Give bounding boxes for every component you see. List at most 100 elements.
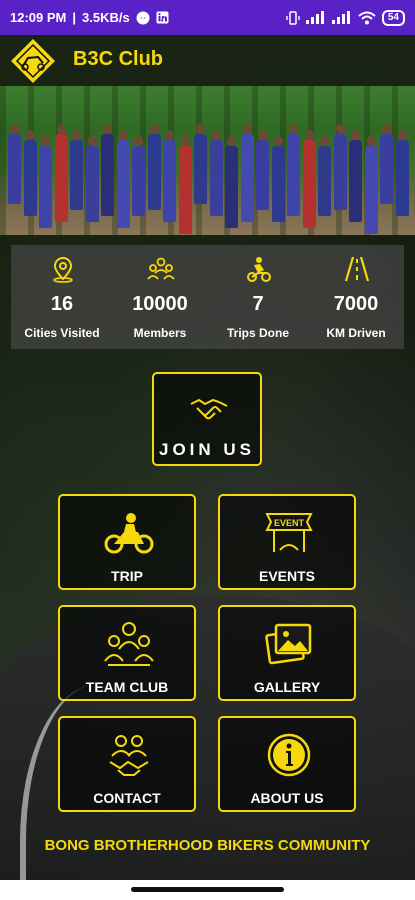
banner-person-head bbox=[258, 130, 267, 140]
banner-person-head bbox=[134, 136, 143, 146]
banner-person bbox=[333, 134, 347, 210]
team-club-button[interactable]: TEAM CLUB bbox=[58, 605, 196, 701]
trip-button[interactable]: TRIP bbox=[58, 494, 196, 590]
signal-icon bbox=[331, 11, 352, 24]
banner-person bbox=[178, 146, 192, 234]
info-icon bbox=[264, 732, 314, 778]
battery-icon: 54 bbox=[381, 9, 405, 26]
banner-person-head bbox=[41, 136, 50, 146]
stats-panel: 16 Cities Visited 10000 Members 7 Trips … bbox=[11, 245, 404, 349]
banner-person bbox=[240, 134, 254, 222]
banner-person bbox=[194, 134, 207, 204]
contact-label: CONTACT bbox=[93, 790, 161, 806]
group-icon bbox=[147, 255, 175, 283]
stat-value: 7000 bbox=[333, 293, 379, 315]
team-icon bbox=[104, 621, 154, 667]
banner-person-head bbox=[304, 130, 314, 140]
stat-members: 10000 Members bbox=[111, 245, 209, 349]
banner-person-head bbox=[118, 130, 128, 140]
banner-person-head bbox=[180, 136, 190, 146]
status-speed: 3.5KB/s bbox=[82, 10, 130, 25]
app-title: B3C Club bbox=[73, 48, 163, 70]
banner-person-head bbox=[397, 130, 407, 140]
about-us-button[interactable]: ABOUT US bbox=[218, 716, 356, 812]
handshake-icon bbox=[189, 394, 229, 424]
events-label: EVENTS bbox=[258, 568, 315, 584]
signal-icon bbox=[305, 11, 326, 24]
banner-person-head bbox=[196, 124, 205, 134]
gallery-button[interactable]: GALLERY bbox=[218, 605, 356, 701]
rider-icon bbox=[245, 255, 273, 283]
join-us-label: JOIN US bbox=[158, 440, 256, 459]
banner-person bbox=[101, 134, 114, 216]
stat-value: 7 bbox=[252, 293, 264, 315]
banner-person-head bbox=[25, 130, 35, 140]
wifi-icon bbox=[358, 11, 376, 25]
community-tagline: BONG BROTHERHOOD BIKERS COMMUNITY bbox=[44, 837, 371, 854]
home-gesture-bar[interactable] bbox=[131, 887, 284, 892]
status-bar: 12:09 PM | 3.5KB/s 54 bbox=[0, 0, 415, 35]
banner-person-head bbox=[320, 136, 329, 146]
banner-person bbox=[302, 140, 316, 228]
motorbike-icon bbox=[104, 510, 154, 556]
banner-person bbox=[116, 140, 130, 228]
messenger-icon bbox=[136, 11, 150, 25]
banner-person bbox=[85, 146, 99, 222]
stat-trips-done: 7 Trips Done bbox=[209, 245, 307, 349]
stat-value: 10000 bbox=[132, 293, 188, 315]
stat-label: Cities Visited bbox=[24, 326, 100, 340]
banner-person-head bbox=[351, 130, 360, 140]
about-us-label: ABOUT US bbox=[250, 790, 324, 806]
banner-person bbox=[70, 140, 83, 210]
banner-person bbox=[23, 140, 37, 216]
linkedin-icon bbox=[156, 11, 169, 24]
road-icon bbox=[343, 255, 371, 283]
location-pin-icon bbox=[49, 255, 77, 283]
stat-label: Members bbox=[133, 326, 187, 340]
banner-person bbox=[395, 140, 409, 216]
separator: | bbox=[72, 10, 77, 25]
gallery-label: GALLERY bbox=[253, 679, 321, 695]
banner-person-head bbox=[10, 124, 19, 134]
banner-person bbox=[39, 146, 52, 228]
app-header: B3C Club bbox=[0, 35, 415, 85]
banner-person-head bbox=[87, 136, 97, 146]
banner-person bbox=[147, 134, 161, 210]
team-club-label: TEAM CLUB bbox=[85, 679, 169, 695]
gallery-icon bbox=[264, 621, 314, 667]
banner-person bbox=[364, 146, 378, 234]
group-photo-banner bbox=[0, 86, 415, 235]
banner-person bbox=[380, 134, 393, 204]
banner-person-head bbox=[382, 124, 391, 134]
trip-label: TRIP bbox=[111, 568, 143, 584]
event-banner-icon: EVENT bbox=[264, 510, 314, 556]
banner-person-head bbox=[273, 136, 283, 146]
b3c-logo-icon bbox=[10, 38, 56, 84]
banner-person-head bbox=[103, 124, 112, 134]
banner-person-head bbox=[56, 124, 66, 134]
banner-person-head bbox=[165, 130, 174, 140]
stat-value: 16 bbox=[50, 293, 74, 315]
banner-person bbox=[318, 146, 331, 216]
banner-person bbox=[8, 134, 21, 204]
banner-person bbox=[225, 146, 238, 228]
stat-label: KM Driven bbox=[326, 326, 386, 340]
stat-km-driven: 7000 KM Driven bbox=[307, 245, 405, 349]
banner-person-head bbox=[227, 136, 236, 146]
stat-cities-visited: 16 Cities Visited bbox=[13, 245, 111, 349]
vibrate-icon bbox=[286, 10, 300, 25]
banner-person-head bbox=[242, 124, 252, 134]
banner-person bbox=[287, 134, 300, 216]
events-button[interactable]: EVENT EVENTS bbox=[218, 494, 356, 590]
banner-person bbox=[256, 140, 269, 210]
contact-button[interactable]: CONTACT bbox=[58, 716, 196, 812]
svg-text:EVENT: EVENT bbox=[274, 518, 305, 528]
join-us-button[interactable]: JOIN US bbox=[152, 372, 262, 466]
banner-person bbox=[132, 146, 145, 216]
status-time: 12:09 PM bbox=[10, 10, 67, 25]
banner-person-head bbox=[72, 130, 81, 140]
banner-person-head bbox=[211, 130, 221, 140]
app-screen: B3C Club 16 Cities Visited 10000 Members… bbox=[0, 35, 415, 880]
banner-person-head bbox=[335, 124, 345, 134]
banner-person bbox=[349, 140, 362, 222]
